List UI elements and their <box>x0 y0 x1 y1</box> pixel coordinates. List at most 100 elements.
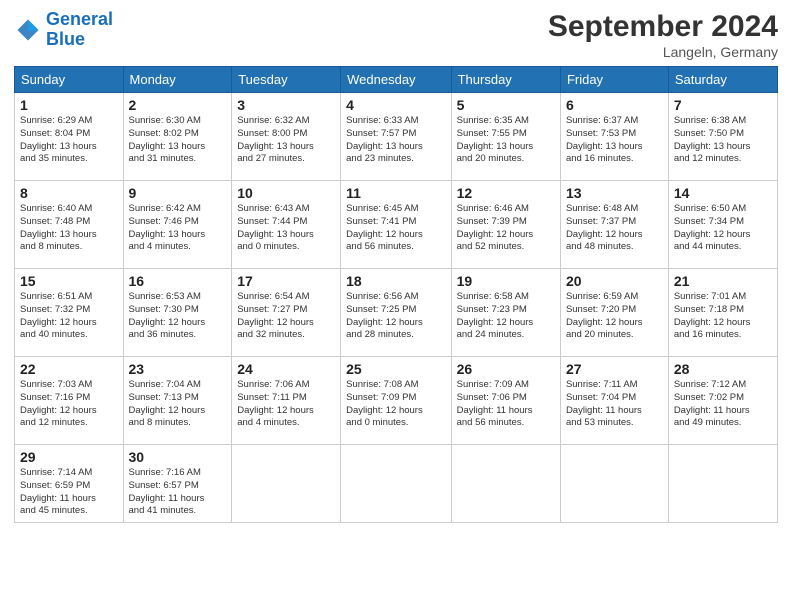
day-info: Sunrise: 6:33 AM Sunset: 7:57 PM Dayligh… <box>346 115 445 166</box>
day-info: Sunrise: 7:16 AM Sunset: 6:57 PM Dayligh… <box>129 467 227 518</box>
day-number: 27 <box>566 361 663 377</box>
day-info: Sunrise: 6:30 AM Sunset: 8:02 PM Dayligh… <box>129 115 227 166</box>
day-info: Sunrise: 6:37 AM Sunset: 7:53 PM Dayligh… <box>566 115 663 166</box>
calendar-header-monday: Monday <box>123 67 232 93</box>
calendar-cell: 24 Sunrise: 7:06 AM Sunset: 7:11 PM Dayli… <box>232 357 341 445</box>
calendar-cell: 30 Sunrise: 7:16 AM Sunset: 6:57 PM Dayli… <box>123 445 232 523</box>
day-number: 19 <box>457 273 555 289</box>
day-info: Sunrise: 6:38 AM Sunset: 7:50 PM Dayligh… <box>674 115 772 166</box>
calendar-cell: 26 Sunrise: 7:09 AM Sunset: 7:06 PM Dayli… <box>451 357 560 445</box>
calendar-cell: 21Sunrise: 7:01 AM Sunset: 7:18 PM Dayli… <box>668 269 777 357</box>
day-number: 20 <box>566 273 663 289</box>
day-info: Sunrise: 6:29 AM Sunset: 8:04 PM Dayligh… <box>20 115 118 166</box>
calendar-cell: 5Sunrise: 6:35 AM Sunset: 7:55 PM Daylig… <box>451 93 560 181</box>
day-info: Sunrise: 6:32 AM Sunset: 8:00 PM Dayligh… <box>237 115 335 166</box>
day-info: Sunrise: 6:45 AM Sunset: 7:41 PM Dayligh… <box>346 203 445 254</box>
logo-general: General <box>46 9 113 29</box>
calendar-header-sunday: Sunday <box>15 67 124 93</box>
calendar-cell <box>668 445 777 523</box>
calendar-cell: 7Sunrise: 6:38 AM Sunset: 7:50 PM Daylig… <box>668 93 777 181</box>
day-number: 26 <box>457 361 555 377</box>
day-number: 10 <box>237 185 335 201</box>
calendar-cell: 6 Sunrise: 6:37 AM Sunset: 7:53 PM Daylig… <box>560 93 668 181</box>
day-info: Sunrise: 6:43 AM Sunset: 7:44 PM Dayligh… <box>237 203 335 254</box>
calendar-header-friday: Friday <box>560 67 668 93</box>
day-number: 6 <box>566 97 663 113</box>
calendar-header-row: SundayMondayTuesdayWednesdayThursdayFrid… <box>15 67 778 93</box>
calendar-cell: 15 Sunrise: 6:51 AM Sunset: 7:32 PM Dayli… <box>15 269 124 357</box>
day-number: 18 <box>346 273 445 289</box>
calendar-cell: 11 Sunrise: 6:45 AM Sunset: 7:41 PM Dayli… <box>341 181 451 269</box>
day-number: 28 <box>674 361 772 377</box>
calendar-week-row: 1 Sunrise: 6:29 AM Sunset: 8:04 PM Daylig… <box>15 93 778 181</box>
day-info: Sunrise: 7:03 AM Sunset: 7:16 PM Dayligh… <box>20 379 118 430</box>
calendar-cell: 12Sunrise: 6:46 AM Sunset: 7:39 PM Dayli… <box>451 181 560 269</box>
day-number: 1 <box>20 97 118 113</box>
day-info: Sunrise: 6:48 AM Sunset: 7:37 PM Dayligh… <box>566 203 663 254</box>
day-number: 15 <box>20 273 118 289</box>
calendar-cell: 16Sunrise: 6:53 AM Sunset: 7:30 PM Dayli… <box>123 269 232 357</box>
calendar-cell: 29 Sunrise: 7:14 AM Sunset: 6:59 PM Dayli… <box>15 445 124 523</box>
day-info: Sunrise: 6:56 AM Sunset: 7:25 PM Dayligh… <box>346 291 445 342</box>
day-number: 29 <box>20 449 118 465</box>
day-number: 17 <box>237 273 335 289</box>
day-number: 13 <box>566 185 663 201</box>
day-number: 8 <box>20 185 118 201</box>
day-info: Sunrise: 7:11 AM Sunset: 7:04 PM Dayligh… <box>566 379 663 430</box>
day-info: Sunrise: 7:01 AM Sunset: 7:18 PM Dayligh… <box>674 291 772 342</box>
calendar-cell: 13 Sunrise: 6:48 AM Sunset: 7:37 PM Dayli… <box>560 181 668 269</box>
day-info: Sunrise: 6:54 AM Sunset: 7:27 PM Dayligh… <box>237 291 335 342</box>
day-info: Sunrise: 6:42 AM Sunset: 7:46 PM Dayligh… <box>129 203 227 254</box>
calendar-header-thursday: Thursday <box>451 67 560 93</box>
calendar-cell <box>451 445 560 523</box>
logo-text: General Blue <box>46 10 113 50</box>
calendar-cell: 2Sunrise: 6:30 AM Sunset: 8:02 PM Daylig… <box>123 93 232 181</box>
day-number: 22 <box>20 361 118 377</box>
calendar-cell: 14 Sunrise: 6:50 AM Sunset: 7:34 PM Dayli… <box>668 181 777 269</box>
day-info: Sunrise: 7:08 AM Sunset: 7:09 PM Dayligh… <box>346 379 445 430</box>
day-info: Sunrise: 7:14 AM Sunset: 6:59 PM Dayligh… <box>20 467 118 518</box>
day-info: Sunrise: 6:50 AM Sunset: 7:34 PM Dayligh… <box>674 203 772 254</box>
day-info: Sunrise: 7:04 AM Sunset: 7:13 PM Dayligh… <box>129 379 227 430</box>
day-info: Sunrise: 7:09 AM Sunset: 7:06 PM Dayligh… <box>457 379 555 430</box>
calendar-cell: 3 Sunrise: 6:32 AM Sunset: 8:00 PM Daylig… <box>232 93 341 181</box>
calendar-cell: 9 Sunrise: 6:42 AM Sunset: 7:46 PM Daylig… <box>123 181 232 269</box>
day-number: 9 <box>129 185 227 201</box>
day-info: Sunrise: 6:40 AM Sunset: 7:48 PM Dayligh… <box>20 203 118 254</box>
day-number: 30 <box>129 449 227 465</box>
title-block: September 2024 Langeln, Germany <box>548 10 778 60</box>
calendar-week-row: 29 Sunrise: 7:14 AM Sunset: 6:59 PM Dayli… <box>15 445 778 523</box>
day-number: 5 <box>457 97 555 113</box>
logo: General Blue <box>14 10 113 50</box>
day-number: 24 <box>237 361 335 377</box>
day-info: Sunrise: 7:06 AM Sunset: 7:11 PM Dayligh… <box>237 379 335 430</box>
header: General Blue September 2024 Langeln, Ger… <box>14 10 778 60</box>
calendar-cell: 17 Sunrise: 6:54 AM Sunset: 7:27 PM Dayli… <box>232 269 341 357</box>
day-number: 12 <box>457 185 555 201</box>
logo-icon <box>14 16 42 44</box>
day-number: 14 <box>674 185 772 201</box>
calendar-cell <box>560 445 668 523</box>
calendar-week-row: 15 Sunrise: 6:51 AM Sunset: 7:32 PM Dayli… <box>15 269 778 357</box>
calendar: SundayMondayTuesdayWednesdayThursdayFrid… <box>14 66 778 523</box>
calendar-cell <box>341 445 451 523</box>
day-number: 11 <box>346 185 445 201</box>
day-info: Sunrise: 6:58 AM Sunset: 7:23 PM Dayligh… <box>457 291 555 342</box>
calendar-cell: 10 Sunrise: 6:43 AM Sunset: 7:44 PM Dayli… <box>232 181 341 269</box>
month-title: September 2024 <box>548 10 778 44</box>
day-number: 4 <box>346 97 445 113</box>
location: Langeln, Germany <box>548 44 778 60</box>
day-info: Sunrise: 6:51 AM Sunset: 7:32 PM Dayligh… <box>20 291 118 342</box>
calendar-cell: 4 Sunrise: 6:33 AM Sunset: 7:57 PM Daylig… <box>341 93 451 181</box>
calendar-week-row: 8 Sunrise: 6:40 AM Sunset: 7:48 PM Daylig… <box>15 181 778 269</box>
day-info: Sunrise: 6:53 AM Sunset: 7:30 PM Dayligh… <box>129 291 227 342</box>
calendar-header-saturday: Saturday <box>668 67 777 93</box>
day-number: 25 <box>346 361 445 377</box>
day-number: 23 <box>129 361 227 377</box>
calendar-cell: 22 Sunrise: 7:03 AM Sunset: 7:16 PM Dayli… <box>15 357 124 445</box>
calendar-cell: 27 Sunrise: 7:11 AM Sunset: 7:04 PM Dayli… <box>560 357 668 445</box>
day-number: 3 <box>237 97 335 113</box>
calendar-cell: 23 Sunrise: 7:04 AM Sunset: 7:13 PM Dayli… <box>123 357 232 445</box>
calendar-cell: 20Sunrise: 6:59 AM Sunset: 7:20 PM Dayli… <box>560 269 668 357</box>
calendar-cell: 19 Sunrise: 6:58 AM Sunset: 7:23 PM Dayli… <box>451 269 560 357</box>
